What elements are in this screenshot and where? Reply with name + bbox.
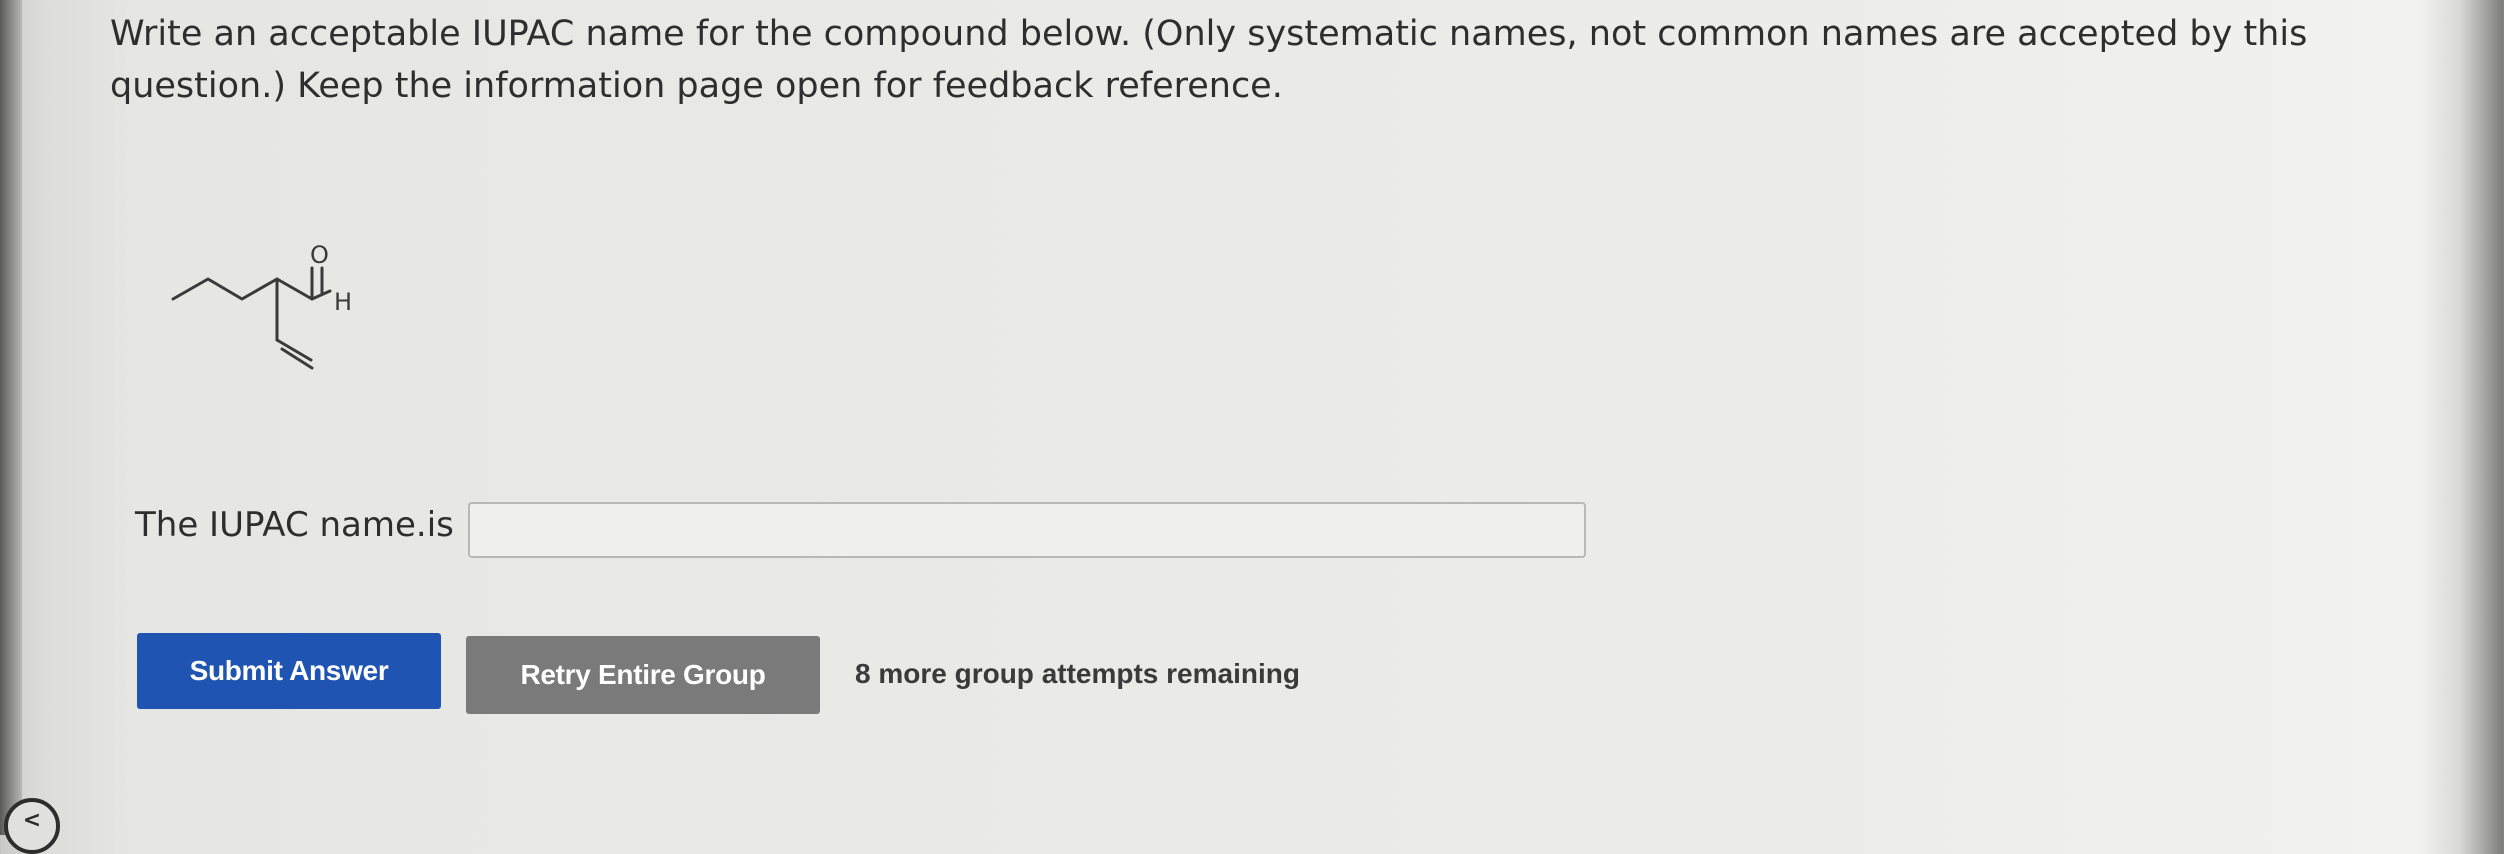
carbon-chain-bonds: [171, 277, 332, 301]
iupac-name-label: The IUPAC name.is: [135, 505, 454, 545]
submit-answer-button[interactable]: Submit Answer: [137, 633, 441, 709]
oxygen-atom-label: O: [310, 241, 329, 269]
chevron-left-glyph: <: [22, 808, 42, 833]
chevron-left-icon[interactable]: <: [4, 798, 60, 854]
molecule-structure: O H: [171, 241, 352, 370]
retry-entire-group-button[interactable]: Retry Entire Group: [466, 636, 820, 714]
question-prompt: Write an acceptable IUPAC name for the c…: [110, 14, 2308, 106]
left-edge-strip: [0, 0, 22, 835]
hydrogen-atom-label: H: [334, 288, 352, 316]
iupac-name-input[interactable]: [468, 502, 1586, 558]
attempts-remaining-text: 8 more group attempts remaining: [855, 658, 1300, 689]
